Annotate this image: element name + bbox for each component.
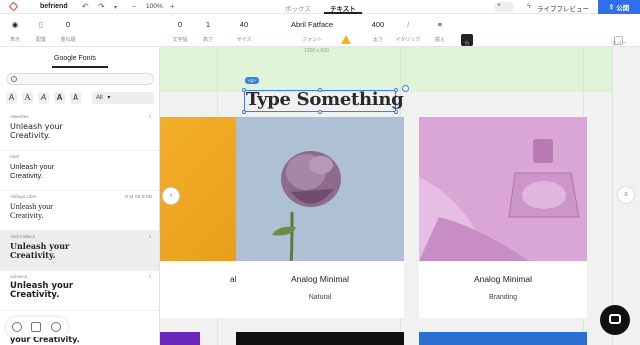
resize-handle[interactable] — [394, 110, 398, 114]
tab-box[interactable]: ボックス — [285, 3, 311, 13]
theme-icon[interactable] — [51, 322, 61, 332]
style-filter-script[interactable]: A — [38, 92, 49, 104]
card-image-row2 — [160, 332, 200, 345]
z-index-field[interactable]: 0 重ね順 — [58, 18, 78, 43]
panel-title-underline — [52, 66, 108, 68]
category-select[interactable]: All ▾ — [92, 92, 154, 104]
visibility-control[interactable]: ◉ 表示 — [8, 18, 22, 43]
page-canvas[interactable]: 1200 x 600 al Analog Minimal Natural Ana… — [160, 47, 640, 345]
chat-bubble-icon — [609, 314, 621, 324]
section-dimension-label: 1200 x 600 — [304, 48, 329, 54]
search-icon — [11, 75, 17, 82]
element-tag-badge[interactable]: <p> — [245, 77, 259, 84]
text-property-toolbar: ◉ 表示 ▯ 配置 0 重ね順 0 文字幅 1 高さ 40 サイズ Abril … — [0, 14, 640, 47]
card-subtitle: Branding — [488, 294, 518, 301]
align-icon: ≡ — [437, 20, 443, 29]
font-list-item[interactable]: Abhaya Libre R M SB B EB Unleash your Cr… — [0, 191, 159, 231]
app-logo-icon[interactable] — [8, 1, 19, 12]
style-filter-serif[interactable]: A — [6, 92, 17, 104]
rose-photo — [272, 151, 341, 261]
zoom-out-icon[interactable]: − — [132, 2, 137, 11]
download-icon: ⇩ — [148, 114, 152, 119]
undo-icon[interactable]: ↶ — [82, 2, 89, 11]
card-title: Analog Minimal — [290, 274, 350, 284]
category-value: All — [96, 95, 103, 101]
resize-handle[interactable] — [318, 110, 322, 114]
letter-spacing-field[interactable]: 0 文字幅 — [170, 18, 190, 43]
style-filter-display[interactable]: A — [54, 92, 65, 104]
redo-icon[interactable]: ↷ — [98, 2, 105, 11]
italic-toggle[interactable]: I イタリック — [394, 18, 422, 43]
card-image-row2 — [236, 332, 404, 345]
card-title: Analog Minimal — [473, 274, 533, 284]
card-image — [236, 117, 404, 261]
publish-button[interactable]: ⇪ 公開 — [598, 0, 640, 14]
resize-handle[interactable] — [242, 110, 246, 114]
hover-label: ホバー — [611, 41, 627, 47]
font-list-item[interactable]: Aclonica ⇩ Unleash your Creativity. — [0, 271, 159, 311]
font-family-field[interactable]: Abril Fatface フォント — [284, 18, 340, 43]
collapse-panel-button[interactable]: ‹ — [162, 187, 180, 205]
italic-icon: I — [406, 20, 410, 29]
upload-icon: ⇪ — [608, 4, 615, 11]
font-size-field[interactable]: 40 サイズ — [232, 18, 256, 43]
card-image-row2 — [419, 332, 587, 345]
download-icon: ⇩ — [148, 234, 152, 239]
publish-label: 公開 — [616, 5, 630, 12]
zoom-in-icon[interactable]: + — [170, 2, 175, 11]
live-preview-button[interactable]: ライブプレビュー — [537, 3, 589, 13]
download-icon: ⇩ — [148, 274, 152, 279]
section-menu-button[interactable]: ≡ — [617, 186, 635, 204]
perfume-photo — [419, 139, 580, 261]
text-align-control[interactable]: ≡ 揃え — [432, 18, 448, 43]
card-image — [419, 117, 587, 261]
portfolio-card[interactable]: Analog Minimal Natural — [236, 117, 404, 318]
panel-tool-pill — [6, 317, 68, 337]
site-name[interactable]: befriend — [40, 3, 68, 10]
font-list-item-selected[interactable]: Abril Fatface ⇩ Unleash your Creativity. — [0, 231, 159, 271]
color-label: 色 — [464, 41, 470, 47]
style-filter-sans[interactable]: A — [22, 92, 33, 104]
warning-icon[interactable] — [341, 35, 351, 44]
panel-title: Google Fonts — [54, 55, 97, 62]
section-highlight — [160, 47, 612, 92]
chat-button[interactable] — [600, 305, 630, 335]
lightning-icon: ϟ — [527, 3, 531, 10]
help-icon[interactable] — [12, 322, 22, 332]
layout-icon: ▯ — [38, 20, 44, 29]
keyboard-icon[interactable] — [31, 322, 41, 332]
history-dropdown-icon[interactable]: ▾ — [114, 4, 117, 11]
font-list-item[interactable]: ABeeZee ⇩ Unleash your Creativity. — [0, 111, 159, 151]
zoom-level[interactable]: 100% — [146, 3, 163, 10]
card-subtitle: Natural — [308, 294, 332, 301]
placement-control[interactable]: ▯ 配置 — [33, 18, 49, 43]
add-collaborator-button[interactable]: + — [494, 2, 514, 12]
font-picker-panel: Google Fonts A A A A A All ▾ ABeeZee ⇩ U… — [0, 47, 160, 345]
eye-icon: ◉ — [11, 20, 19, 29]
line-height-field[interactable]: 1 高さ — [198, 18, 218, 43]
portfolio-card[interactable]: Analog Minimal Branding — [419, 117, 587, 318]
top-bar: befriend ↶ ↷ ▾ − 100% + ボックス テキスト + ϟ ライ… — [0, 0, 640, 14]
selected-headline-text[interactable]: Type Something — [246, 89, 404, 110]
font-weight-field[interactable]: 400 太さ — [366, 18, 390, 43]
font-search-input[interactable] — [6, 73, 154, 85]
font-list-item[interactable]: Abel Unleash your Creativity. — [0, 151, 159, 191]
style-filter-mono[interactable]: A — [70, 92, 81, 104]
chevron-down-icon: ▾ — [107, 95, 111, 101]
